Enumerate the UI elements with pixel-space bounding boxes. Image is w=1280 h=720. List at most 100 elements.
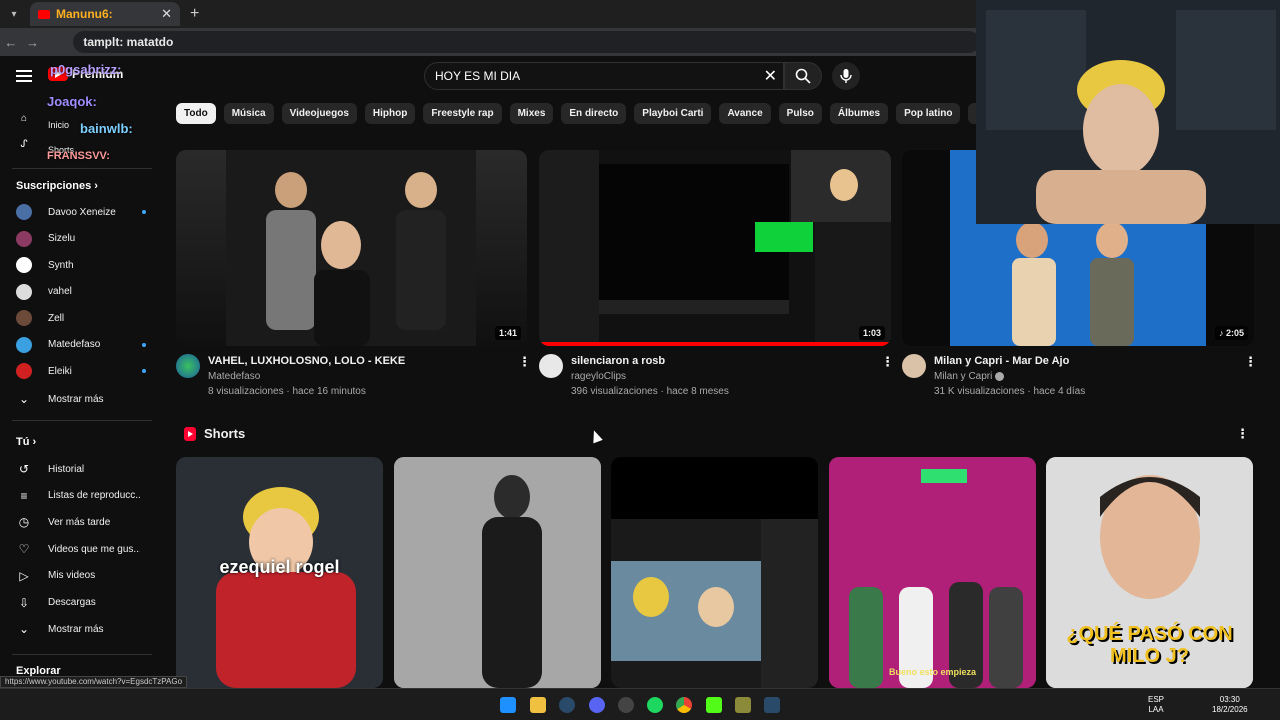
- more-options-icon[interactable]: ⋮: [1244, 354, 1257, 370]
- url-field[interactable]: tamplt: matatdo: [73, 31, 980, 53]
- you-item[interactable]: ▷ Mis videos: [16, 563, 156, 589]
- video-channel[interactable]: rageyloClips: [571, 371, 626, 382]
- filter-chip[interactable]: Música: [223, 103, 274, 124]
- divider: [12, 420, 152, 421]
- filter-chip[interactable]: Avance: [719, 103, 771, 124]
- spotify-icon[interactable]: [647, 697, 663, 713]
- filter-chip[interactable]: Mixes: [509, 103, 554, 124]
- search-input[interactable]: HOY ES MI DIA ✕: [424, 62, 784, 90]
- short-card[interactable]: [394, 457, 601, 688]
- more-options-icon[interactable]: ⋮: [518, 354, 531, 370]
- file-explorer-icon[interactable]: [530, 697, 546, 713]
- shorts-icon: ᔑ: [20, 138, 28, 150]
- short-card[interactable]: ¿QUÉ PASÓ CON MILO J?: [1046, 457, 1253, 688]
- subscriptions-header[interactable]: Suscripciones ›: [16, 180, 98, 192]
- filter-chip[interactable]: Hiphop: [364, 103, 416, 124]
- filter-chip[interactable]: Todo: [176, 103, 216, 124]
- short-card[interactable]: Bueno esto empieza: [829, 457, 1036, 688]
- channel-avatar[interactable]: [176, 354, 200, 378]
- you-item[interactable]: ↺ Historial: [16, 456, 156, 482]
- filter-chip[interactable]: R&B contempo: [968, 103, 976, 124]
- filter-chip[interactable]: Álbumes: [829, 103, 889, 124]
- kick-icon[interactable]: [706, 697, 722, 713]
- home-icon: ⌂: [20, 112, 28, 124]
- you-item[interactable]: ⇩ Descargas: [16, 590, 156, 616]
- you-header[interactable]: Tú ›: [16, 436, 36, 448]
- filter-chip[interactable]: Pop latino: [896, 103, 961, 124]
- browser-tab[interactable]: Manunu6: ✕: [30, 2, 180, 26]
- filter-chip[interactable]: Pulso: [778, 103, 822, 124]
- start-icon[interactable]: [500, 697, 516, 713]
- back-icon[interactable]: ←: [0, 35, 22, 50]
- app-icon[interactable]: [735, 697, 751, 713]
- video-channel[interactable]: Milan y Capri: [934, 371, 1005, 382]
- new-tab-button[interactable]: +: [190, 5, 199, 23]
- subscription-item[interactable]: Synth: [16, 252, 156, 278]
- channel-avatar: [16, 257, 32, 273]
- filter-chip[interactable]: Playboi Carti: [634, 103, 712, 124]
- subscription-item[interactable]: Eleiki: [16, 358, 156, 384]
- clock[interactable]: 03:30 18/2/2026: [1212, 695, 1248, 715]
- short-caption: ¿QUÉ PASÓ CON MILO J?: [1066, 623, 1233, 667]
- clear-search-icon[interactable]: ✕: [764, 66, 777, 86]
- voice-search-button[interactable]: [832, 62, 860, 90]
- video-title[interactable]: VAHEL, LUXHOLOSNO, LOLO - KEKE: [208, 355, 405, 367]
- steam-icon[interactable]: [559, 697, 575, 713]
- clock-icon: ◷: [18, 515, 30, 530]
- tab-search-icon[interactable]: ▾: [4, 4, 24, 24]
- you-item[interactable]: ◷ Ver más tarde: [16, 509, 156, 535]
- subscription-name: Sizelu: [48, 233, 76, 244]
- search-value: HOY ES MI DIA: [435, 69, 521, 83]
- channel-avatar: [16, 310, 32, 326]
- video-thumbnail[interactable]: 1:03: [539, 150, 891, 346]
- subscription-item[interactable]: Matedefaso: [16, 332, 156, 358]
- more-options-icon[interactable]: ⋮: [881, 354, 894, 370]
- subs-show-more[interactable]: ⌄ Mostrar más: [16, 386, 156, 412]
- address-bar: ← → tamplt: matatdo: [0, 28, 980, 56]
- subscription-item[interactable]: vahel: [16, 279, 156, 305]
- search-button[interactable]: [784, 62, 822, 90]
- steam-icon[interactable]: [764, 697, 780, 713]
- thumbnail-image: [539, 150, 891, 346]
- channel-avatar[interactable]: [539, 354, 563, 378]
- obs-icon[interactable]: [618, 697, 634, 713]
- webcam-image: [976, 0, 1280, 224]
- show-more-label: Mostrar más: [48, 393, 104, 405]
- you-item[interactable]: ≡ Listas de reproducc...: [16, 483, 156, 509]
- status-url: https://www.youtube.com/watch?v=EgsdcTzP…: [0, 676, 188, 688]
- tab-close-icon[interactable]: ✕: [161, 6, 172, 22]
- video-title[interactable]: Milan y Capri - Mar De Ajo: [934, 355, 1069, 367]
- video-title[interactable]: silenciaron a rosb: [571, 355, 665, 367]
- channel-avatar: [16, 230, 32, 247]
- video-channel[interactable]: Matedefaso: [208, 371, 260, 382]
- subscription-item[interactable]: Zell: [16, 305, 156, 331]
- video-thumbnail[interactable]: 1:41: [176, 150, 527, 346]
- you-item[interactable]: ⌄ Mostrar más: [16, 616, 156, 642]
- subscription-item[interactable]: Sizelu: [16, 226, 156, 252]
- shorts-more-options-icon[interactable]: ⋮: [1236, 426, 1249, 442]
- chrome-icon[interactable]: [676, 697, 692, 713]
- you-item-label: Mostrar más: [48, 623, 104, 635]
- browser-tab-bar: ▾ Manunu6: ✕ +: [0, 0, 980, 28]
- filter-chip[interactable]: Videojuegos: [281, 103, 357, 124]
- filter-chip[interactable]: En directo: [561, 103, 627, 124]
- subscription-name: Matedefaso: [48, 339, 101, 350]
- short-thumbnail: [611, 519, 818, 688]
- short-caption: ezequiel rogel: [219, 557, 340, 577]
- channel-avatar[interactable]: [902, 354, 926, 378]
- discord-icon[interactable]: [589, 697, 605, 713]
- short-card[interactable]: ezequiel rogel: [176, 457, 383, 688]
- short-card[interactable]: [611, 457, 818, 688]
- menu-icon[interactable]: [16, 70, 32, 82]
- download-icon: ⇩: [18, 595, 30, 610]
- chat-line: FRANSSVV:: [47, 150, 110, 162]
- filter-chips: Todo Música Videojuegos Hiphop Freestyle rap…: [176, 103, 976, 125]
- microphone-icon: [840, 69, 852, 83]
- you-item[interactable]: ♡ Videos que me gus...: [16, 536, 156, 562]
- subscription-item[interactable]: Davoo Xeneize: [16, 199, 156, 225]
- input-language[interactable]: ESP LAA: [1148, 695, 1164, 715]
- you-item-label: Videos que me gus...: [48, 543, 140, 555]
- filter-chip[interactable]: Freestyle rap: [423, 103, 502, 124]
- forward-icon[interactable]: →: [22, 35, 44, 50]
- layout-label: LAA: [1148, 705, 1164, 714]
